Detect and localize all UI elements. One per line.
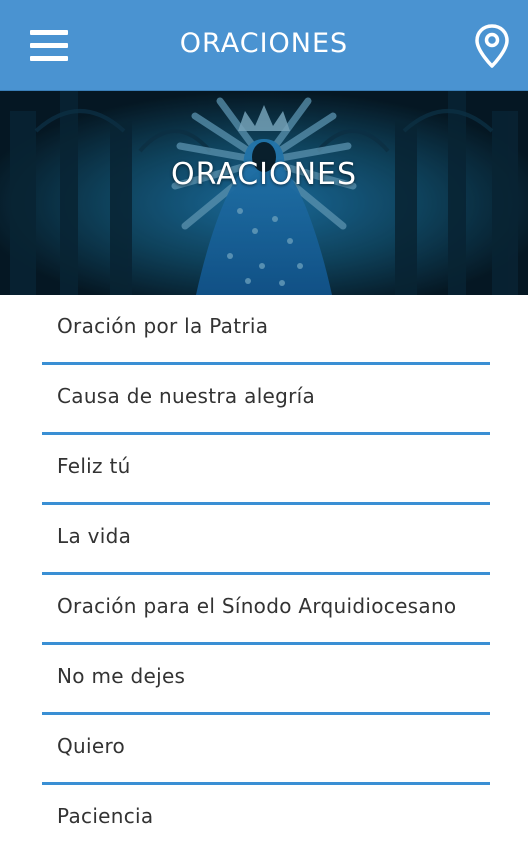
list-item-label: La vida xyxy=(57,524,132,548)
list-item-label: Quiero xyxy=(57,734,126,758)
list-item-label: Oración por la Patria xyxy=(57,314,269,338)
list-item[interactable]: No me dejes xyxy=(0,645,528,715)
virgin-statue-image xyxy=(0,91,528,295)
list-item-label: Causa de nuestra alegría xyxy=(57,384,316,408)
list-item[interactable]: Feliz tú xyxy=(0,435,528,505)
list-item[interactable]: Paciencia xyxy=(0,785,528,855)
list-item-label: Oración para el Sínodo Arquidiocesano xyxy=(57,594,457,618)
hero-title: ORACIONES xyxy=(170,157,358,192)
hero-banner: ORACIONES xyxy=(0,91,528,295)
app-bar: ORACIONES xyxy=(0,0,528,91)
list-item-label: Paciencia xyxy=(57,804,154,828)
list-item[interactable]: Causa de nuestra alegría xyxy=(0,365,528,435)
map-pin-icon[interactable] xyxy=(470,22,514,70)
app-bar-title: ORACIONES xyxy=(179,28,349,59)
list-item[interactable]: Oración para el Sínodo Arquidiocesano xyxy=(0,575,528,645)
prayers-list: Oración por la Patria Causa de nuestra a… xyxy=(0,295,528,855)
list-item[interactable]: Quiero xyxy=(0,715,528,785)
list-item[interactable]: La vida xyxy=(0,505,528,575)
list-item[interactable]: Oración por la Patria xyxy=(0,295,528,365)
list-item-label: No me dejes xyxy=(57,664,186,688)
list-item-label: Feliz tú xyxy=(57,454,131,478)
